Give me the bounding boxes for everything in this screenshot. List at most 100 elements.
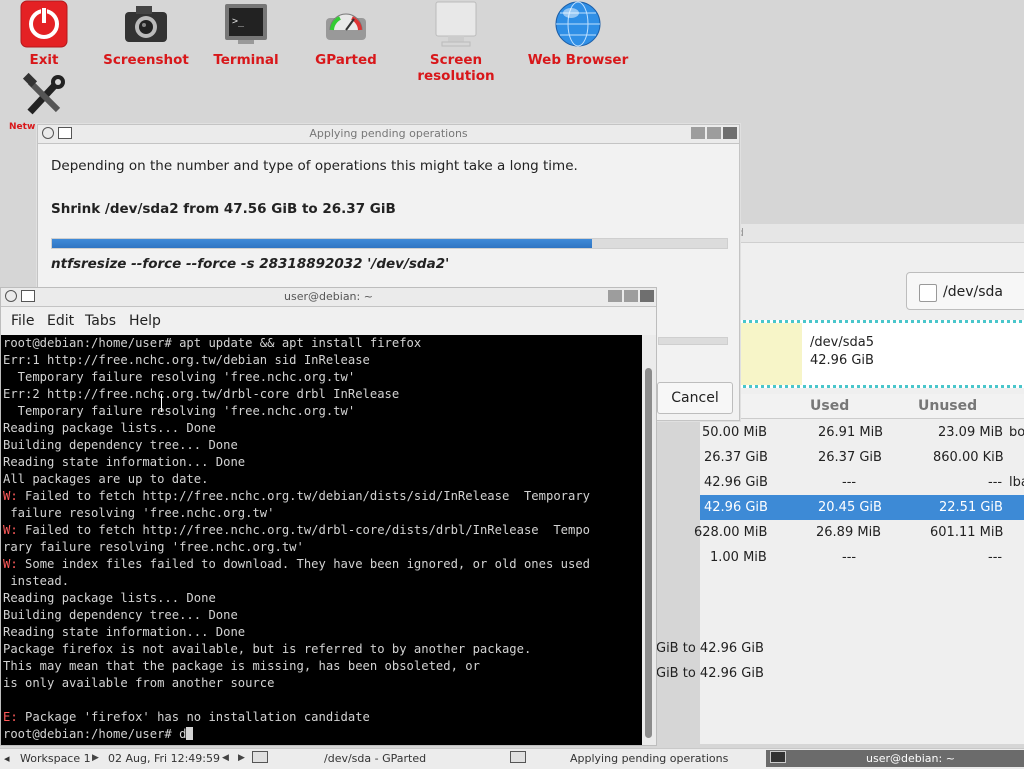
- device-selector[interactable]: /dev/sda (70.: [906, 272, 1024, 338]
- terminal-line: W: Some index files failed to download. …: [3, 557, 591, 571]
- terminal-scrollbar[interactable]: [642, 335, 656, 745]
- terminal-output[interactable]: root@debian:/home/user# apt update && ap…: [1, 335, 644, 745]
- table-row[interactable]: 50.00 MiB 26.91 MiB 23.09 MiB bo: [700, 420, 1024, 445]
- terminal-line: is only available from another source: [3, 676, 275, 690]
- info-text: Depending on the number and type of oper…: [51, 158, 578, 174]
- minimize-button[interactable]: [691, 127, 705, 139]
- dialog-task-icon: [510, 751, 526, 763]
- terminal-prompt[interactable]: root@debian:/home/user# d: [3, 727, 186, 741]
- desktop-icon-label: GParted: [315, 52, 377, 68]
- terminal-titlebar[interactable]: user@debian: ~: [1, 288, 656, 307]
- terminal-line: Err:2 http://free.nchc.org.tw/drbl-core …: [3, 387, 400, 401]
- sticky-icon[interactable]: [21, 290, 35, 302]
- power-icon: [20, 0, 68, 48]
- menu-edit[interactable]: Edit: [47, 313, 74, 329]
- tools-icon: [20, 72, 68, 120]
- terminal-line: Building dependency tree... Done: [3, 438, 238, 452]
- task-terminal[interactable]: user@debian: ~: [766, 750, 1024, 767]
- globe-icon: [554, 0, 602, 48]
- terminal-line: Reading state information... Done: [3, 625, 246, 639]
- monitor-icon: [432, 0, 480, 48]
- partition-name: /dev/sda5: [810, 335, 874, 350]
- close-button[interactable]: [640, 290, 654, 302]
- command-text: ntfsresize --force --force -s 2831889203…: [51, 256, 450, 272]
- terminal-line: Temporary failure resolving 'free.nchc.o…: [3, 404, 356, 418]
- pending-operation: GiB to 42.96 GiB: [656, 641, 764, 656]
- terminal-menubar: File Edit Tabs Help: [1, 307, 656, 335]
- partition-segment: [738, 323, 802, 385]
- pending-operation: GiB to 42.96 GiB: [656, 666, 764, 681]
- disk-gauge-icon: [322, 0, 370, 48]
- window-menu-icon[interactable]: [5, 290, 17, 302]
- table-row[interactable]: 42.96 GiB------lba: [700, 470, 1024, 495]
- terminal-line: failure resolving 'free.nchc.org.tw': [3, 506, 275, 520]
- overall-progress-bar: [658, 337, 728, 345]
- desktop-icon-label: Screen resolution: [417, 52, 495, 84]
- column-header-unused[interactable]: Unused: [918, 398, 977, 414]
- text-cursor-icon: [161, 394, 164, 412]
- terminal-line: root@debian:/home/user# apt update && ap…: [3, 336, 422, 350]
- window-menu-icon[interactable]: [42, 127, 54, 139]
- terminal-line: E: Package 'firefox' has no installation…: [3, 710, 370, 724]
- terminal-line: W: Failed to fetch http://free.nchc.org.…: [3, 489, 591, 503]
- table-row[interactable]: 1.00 MiB --- ---: [700, 545, 1024, 570]
- next-workspace-icon[interactable]: ▶: [92, 753, 99, 763]
- desktop-icon-screen-resolution[interactable]: Screen resolution: [396, 0, 516, 84]
- terminal-line: Err:1 http://free.nchc.org.tw/debian sid…: [3, 353, 370, 367]
- desktop-icon-web-browser[interactable]: Web Browser: [518, 0, 638, 68]
- task-applying[interactable]: Applying pending operations: [510, 750, 764, 767]
- progress-fill: [52, 239, 592, 248]
- partition-graphic[interactable]: /dev/sda5 42.96 GiB: [738, 320, 1024, 388]
- terminal-icon: >_: [222, 0, 270, 48]
- close-button[interactable]: [723, 127, 737, 139]
- clock: 02 Aug, Fri 12:49:59: [108, 752, 220, 765]
- next-icon[interactable]: ▶: [238, 753, 245, 763]
- terminal-line: W: Failed to fetch http://free.nchc.org.…: [3, 523, 591, 537]
- desktop-icon-label: Web Browser: [527, 52, 629, 68]
- menu-file[interactable]: File: [11, 313, 34, 329]
- gparted-titlebar[interactable]: d: [700, 224, 1024, 243]
- menu-tabs[interactable]: Tabs: [85, 313, 116, 329]
- table-row-selected[interactable]: 42.96 GiB 20.45 GiB 22.51 GiB: [700, 495, 1024, 520]
- gparted-window: d /dev/sda (70. /dev/sda5 42.96 GiB Used…: [656, 224, 1024, 744]
- workspace-switcher[interactable]: Workspace 1: [20, 752, 91, 765]
- column-header-used[interactable]: Used: [810, 398, 849, 414]
- terminal-line: Reading package lists... Done: [3, 421, 216, 435]
- terminal-line: Building dependency tree... Done: [3, 608, 238, 622]
- scrollbar-thumb[interactable]: [645, 368, 652, 738]
- operation-text: Shrink /dev/sda2 from 47.56 GiB to 26.37…: [51, 201, 396, 217]
- svg-text:>_: >_: [232, 16, 245, 27]
- maximize-button[interactable]: [624, 290, 638, 302]
- terminal-title: user@debian: ~: [284, 290, 373, 303]
- table-row[interactable]: 26.37 GiB 26.37 GiB 860.00 KiB: [700, 445, 1024, 470]
- terminal-line: Reading state information... Done: [3, 455, 246, 469]
- table-row[interactable]: 628.00 MiB 26.89 MiB 601.11 MiB: [694, 520, 1024, 545]
- terminal-line: instead.: [3, 574, 70, 588]
- terminal-line: All packages are up to date.: [3, 472, 209, 486]
- maximize-button[interactable]: [707, 127, 721, 139]
- workspace-icon: ◂: [4, 752, 10, 765]
- terminal-line: This may mean that the package is missin…: [3, 659, 480, 673]
- gparted-task-icon: [252, 751, 268, 763]
- desktop-icon-network[interactable]: Netw: [0, 72, 104, 132]
- terminal-text: root@debian:/home/user# apt update && ap…: [1, 335, 644, 743]
- desktop-icon-gparted[interactable]: GParted: [286, 0, 406, 68]
- terminal-line: Package firefox is not available, but is…: [3, 642, 532, 656]
- prev-icon[interactable]: ◀: [222, 753, 229, 763]
- sticky-icon[interactable]: [58, 127, 72, 139]
- dialog-titlebar[interactable]: Applying pending operations: [38, 125, 739, 144]
- partition-table-header: Used Unused: [700, 394, 1024, 419]
- camera-icon: [122, 0, 170, 48]
- terminal-line: Temporary failure resolving 'free.nchc.o…: [3, 370, 356, 384]
- terminal-cursor: [186, 727, 194, 740]
- disk-icon: [919, 284, 937, 302]
- menu-help[interactable]: Help: [129, 313, 161, 329]
- terminal-line: rary failure resolving 'free.nchc.org.tw…: [3, 540, 304, 554]
- dialog-title: Applying pending operations: [309, 127, 468, 140]
- terminal-task-icon: [770, 751, 786, 763]
- cancel-button[interactable]: Cancel: [657, 382, 733, 414]
- taskbar: ◂ Workspace 1 ▶ 02 Aug, Fri 12:49:59 ◀ ▶…: [0, 748, 1024, 769]
- terminal-line: Reading package lists... Done: [3, 591, 216, 605]
- task-gparted[interactable]: /dev/sda - GParted: [252, 750, 506, 767]
- minimize-button[interactable]: [608, 290, 622, 302]
